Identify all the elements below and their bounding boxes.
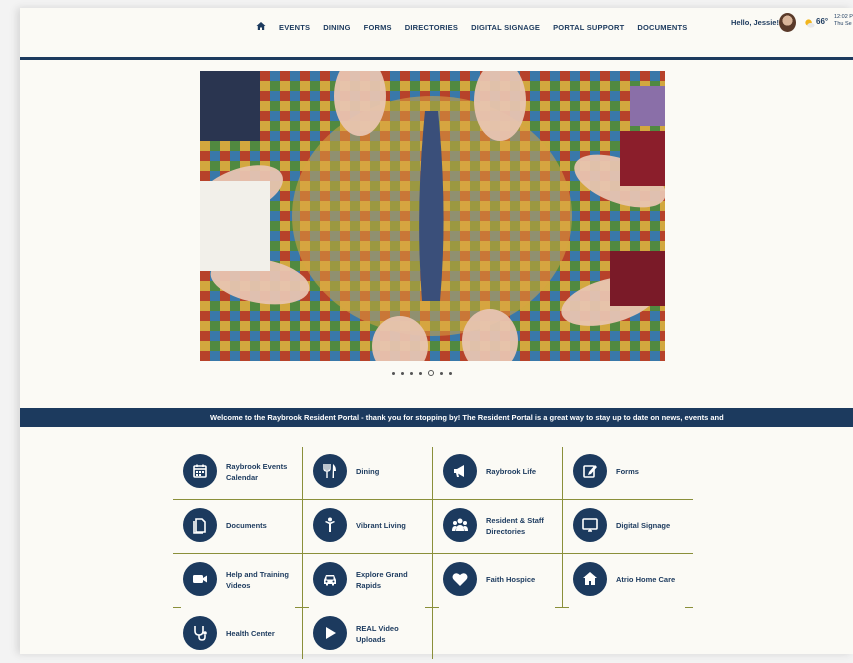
carousel-dot[interactable]	[440, 371, 443, 375]
quick-link-label[interactable]: Resident & Staff Directories	[486, 515, 558, 537]
megaphone-icon	[454, 465, 464, 477]
quick-link-tile[interactable]: REAL Video Uploads	[303, 609, 433, 663]
quick-link-label[interactable]: Digital Signage	[616, 520, 688, 531]
quick-links-grid: Raybrook Events Calendar Dining Raybrook L…	[173, 447, 693, 659]
carousel-dot[interactable]	[449, 371, 452, 375]
nav-events[interactable]: EVENTS	[279, 23, 310, 32]
nav-portal-support[interactable]: PORTAL SUPPORT	[553, 23, 624, 32]
carousel-dots	[392, 370, 452, 376]
quick-link-icon-circle[interactable]	[183, 616, 217, 650]
quick-link-tile[interactable]: Resident & Staff Directories	[433, 501, 563, 555]
quick-link-icon-circle[interactable]	[573, 454, 607, 488]
quick-link-tile[interactable]: Health Center	[173, 609, 303, 663]
nav-digital-signage[interactable]: DIGITAL SIGNAGE	[471, 23, 540, 32]
header-divider	[20, 57, 853, 60]
quick-link-icon-circle[interactable]	[443, 454, 477, 488]
quick-link-tile[interactable]: Documents	[173, 501, 303, 555]
hero-carousel-image[interactable]	[200, 71, 665, 361]
quick-link-label[interactable]: Raybrook Events Calendar	[226, 461, 298, 483]
top-bar: EVENTS DINING FORMS DIRECTORIES DIGITAL …	[20, 8, 853, 60]
portal-page: EVENTS DINING FORMS DIRECTORIES DIGITAL …	[20, 8, 853, 659]
quick-link-label[interactable]: Forms	[616, 466, 688, 477]
temperature: 66°	[816, 17, 829, 26]
quick-link-tile[interactable]: Raybrook Events Calendar	[173, 447, 303, 501]
quick-link-label[interactable]: Vibrant Living	[356, 520, 428, 531]
quick-link-icon-circle[interactable]	[313, 454, 347, 488]
play-icon	[326, 627, 336, 639]
quick-link-label[interactable]: Faith Hospice	[486, 574, 558, 585]
users-icon	[452, 518, 468, 531]
main-nav: EVENTS DINING FORMS DIRECTORIES DIGITAL …	[256, 18, 688, 36]
quick-link-tile[interactable]: Help and Training Videos	[173, 555, 303, 609]
quick-link-icon-circle[interactable]	[443, 562, 477, 596]
calendar-icon	[193, 464, 207, 478]
welcome-ticker: Welcome to the Raybrook Resident Portal …	[20, 408, 853, 427]
user-greeting[interactable]: Hello, Jessie!	[731, 18, 779, 27]
quick-link-tile[interactable]: Dining	[303, 447, 433, 501]
monitor-icon	[582, 518, 598, 532]
quick-link-label[interactable]: Health Center	[226, 628, 298, 639]
quick-link-label[interactable]: Raybrook Life	[486, 466, 558, 477]
nav-directories[interactable]: DIRECTORIES	[405, 23, 458, 32]
person-icon	[325, 517, 335, 532]
quick-link-tile[interactable]: Atrio Home Care	[563, 555, 693, 609]
quick-link-icon-circle[interactable]	[573, 508, 607, 542]
heart-icon	[452, 573, 468, 586]
quick-link-label[interactable]: Documents	[226, 520, 298, 531]
quick-link-tile[interactable]: Digital Signage	[563, 501, 693, 555]
nav-documents[interactable]: DOCUMENTS	[637, 23, 687, 32]
carousel-dot[interactable]	[410, 371, 413, 375]
quick-link-icon-circle[interactable]	[573, 562, 607, 596]
quick-link-tile[interactable]: Explore Grand Rapids	[303, 555, 433, 609]
time-text: 12:02 P	[834, 14, 853, 20]
nav-forms[interactable]: FORMS	[364, 23, 392, 32]
quick-link-icon-circle[interactable]	[183, 508, 217, 542]
time-date: 12:02 P Thu Se	[834, 14, 853, 28]
quick-link-icon-circle[interactable]	[183, 562, 217, 596]
ticker-text: Welcome to the Raybrook Resident Portal …	[210, 413, 724, 422]
quick-link-icon-circle[interactable]	[183, 454, 217, 488]
mosaic-hands-image	[200, 71, 665, 361]
quick-link-icon-circle[interactable]	[313, 562, 347, 596]
stethoscope-icon	[194, 626, 207, 641]
carousel-dot[interactable]	[428, 370, 434, 376]
avatar[interactable]	[779, 13, 796, 32]
date-text: Thu Se	[834, 21, 852, 27]
quick-link-label[interactable]: Explore Grand Rapids	[356, 569, 428, 591]
quick-link-icon-circle[interactable]	[313, 616, 347, 650]
documents-icon	[193, 518, 206, 534]
quick-link-label[interactable]: REAL Video Uploads	[356, 623, 428, 645]
utensils-icon	[323, 464, 336, 478]
quick-link-label[interactable]: Atrio Home Care	[616, 574, 688, 585]
quick-link-tile[interactable]: Raybrook Life	[433, 447, 563, 501]
car-icon	[324, 575, 336, 586]
quick-link-label[interactable]: Help and Training Videos	[226, 569, 298, 591]
quick-link-tile[interactable]: Vibrant Living	[303, 501, 433, 555]
quick-link-label[interactable]: Dining	[356, 466, 428, 477]
carousel-dot[interactable]	[392, 371, 395, 375]
sun-cloud-icon	[805, 19, 815, 28]
quick-link-icon-circle[interactable]	[313, 508, 347, 542]
house-icon	[583, 572, 597, 585]
home-icon[interactable]	[256, 18, 266, 36]
carousel-dot[interactable]	[401, 371, 404, 375]
carousel-dot[interactable]	[419, 371, 422, 375]
edit-icon	[583, 465, 597, 478]
quick-link-tile[interactable]: Forms	[563, 447, 693, 501]
nav-dining[interactable]: DINING	[323, 23, 350, 32]
quick-link-icon-circle[interactable]	[443, 508, 477, 542]
quick-link-tile[interactable]: Faith Hospice	[433, 555, 563, 609]
video-camera-icon	[193, 575, 207, 583]
